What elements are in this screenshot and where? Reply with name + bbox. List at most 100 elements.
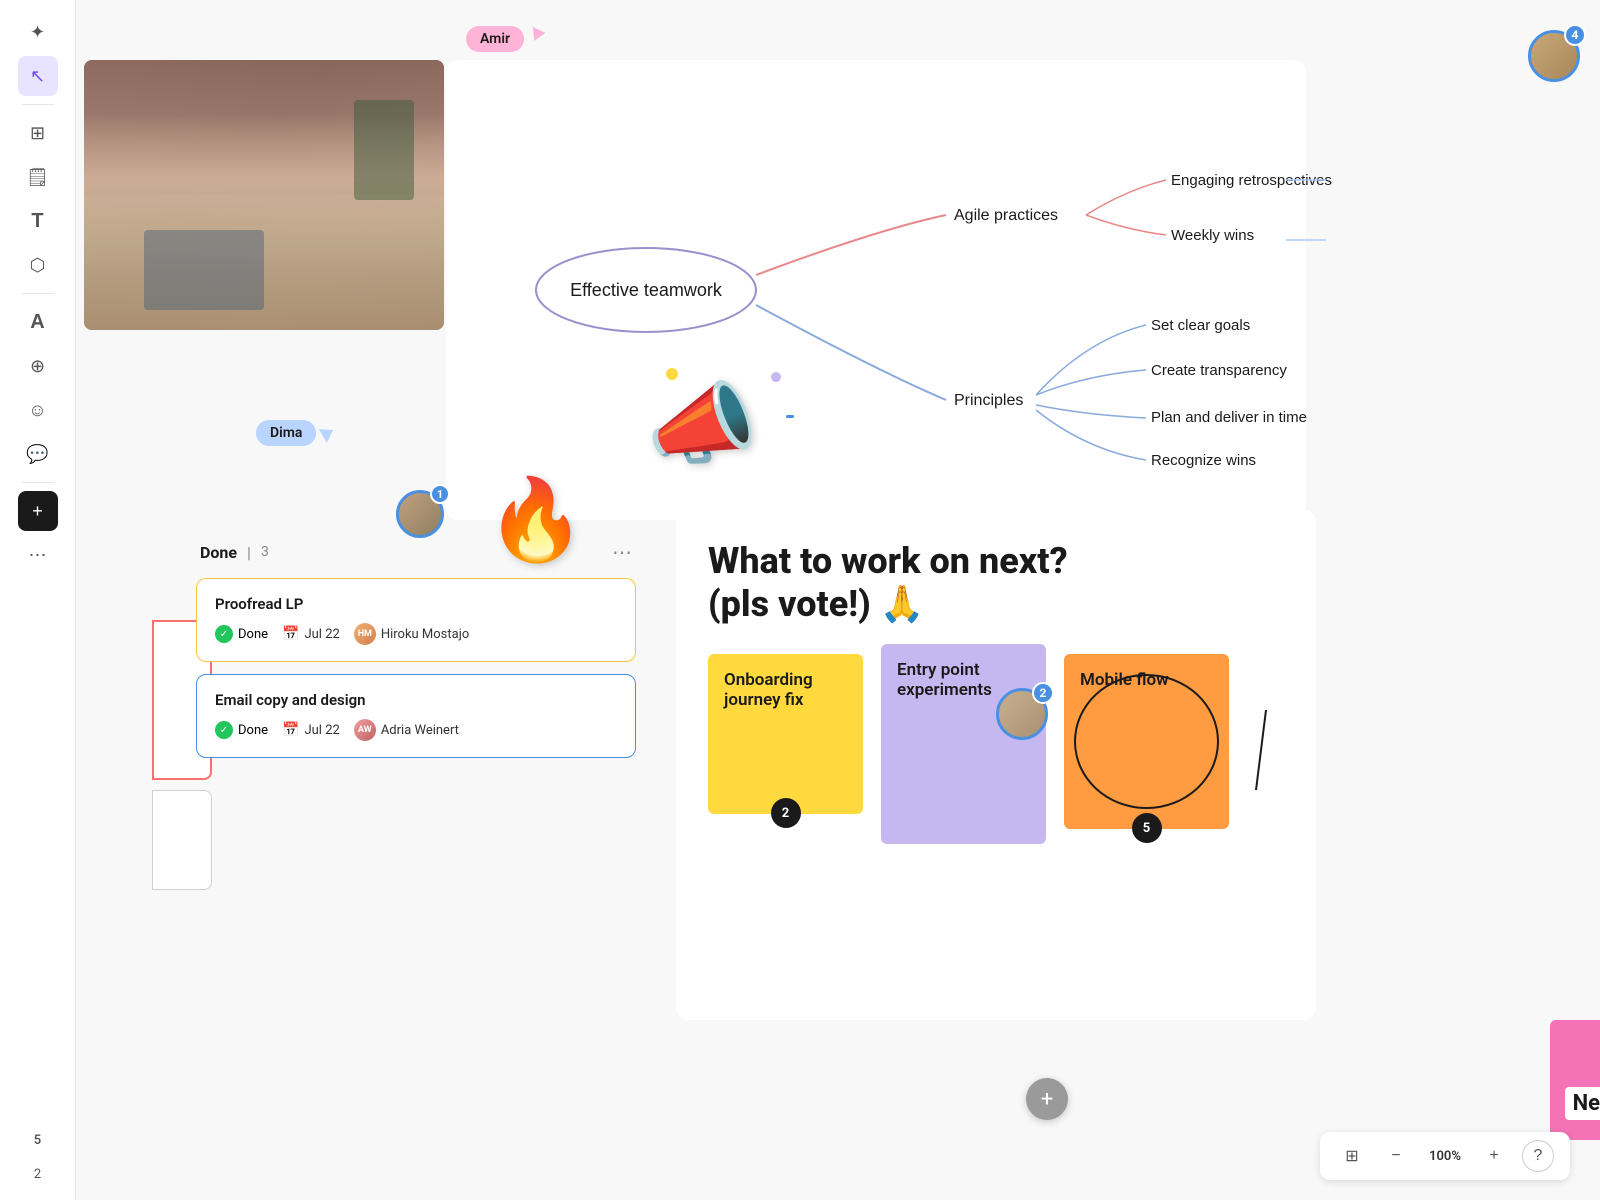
voting-card-2-text: Entry point experiments [897,660,992,700]
kanban-avatar-wrap: 1 [396,490,444,542]
emoji-button[interactable]: ☺ [18,390,58,430]
amir-cursor-arrow [528,27,546,44]
amir-name-bubble: Amir [466,26,524,52]
card-1-status-text: Done [238,627,268,642]
top-right-avatar-wrap[interactable]: 4 [1528,30,1580,82]
kanban-speech-bubble: 1 [396,490,444,538]
card-2-date-badge: 📅 Jul 22 [282,722,340,738]
text-button[interactable]: T [18,201,58,241]
card-1-assignee-badge: HM Hiroku Mostajo [354,623,469,645]
card-1-title: Proofread LP [215,595,617,613]
left-toolbar: ✦ ↖ ⊞ 🗒 T ⬡ A ⊕ ☺ 💬 + ⋯ 5 2 [0,0,76,1200]
mindmap-retro-line [1086,180,1166,215]
card-1-assignee-avatar: HM [354,623,376,645]
kanban-count: 3 [261,544,269,560]
mindmap-frame: Effective teamwork Agile practices Engag… [446,60,1306,520]
bottom-toolbar: ⊞ − 100% + ? [1320,1132,1570,1180]
confetti-dot-3 [786,415,794,418]
card-1-meta: ✓ Done 📅 Jul 22 HM Hiroku Mostajo [215,623,617,645]
voting-card-1-votes: 2 [771,798,801,828]
mindmap-recognize-text: Recognize wins [1151,452,1256,469]
voting-card-3-votes: 5 [1132,813,1162,843]
pen-button[interactable]: A [18,302,58,342]
card-1-assignee-name: Hiroku Mostajo [381,627,469,642]
card-2-date: Jul 22 [304,723,339,738]
diagonal-line-svg [1246,710,1276,790]
mindmap-deliver-line [1036,405,1146,418]
card-1-status-badge: ✓ Done [215,625,268,643]
card-2-assignee-avatar: AW [354,719,376,741]
mindmap-center-text: Effective teamwork [570,280,723,300]
mindmap-deliver-text: Plan and deliver in time [1151,409,1307,426]
dima-cursor-arrow [319,423,337,443]
canvas-area[interactable]: Amir Dima Eric 4 1 2 Effective [76,0,1600,1200]
shapes-button[interactable]: ⬡ [18,245,58,285]
mindmap-goals-text: Set clear goals [1151,317,1250,334]
mindmap-transparency-text: Create transparency [1151,362,1287,379]
voting-speech-bubble: 2 [996,688,1048,740]
voting-card-3-wrap: Mobile flow 5 [1064,654,1229,829]
fit-view-button[interactable]: ⊞ [1336,1140,1368,1172]
mindmap-principles-line [756,305,946,400]
voting-cards-container: Onboarding journey fix 2 Entry point exp… [708,654,1284,844]
comment-button[interactable]: 💬 [18,434,58,474]
page-5[interactable]: 5 [24,1126,52,1154]
zoom-in-button[interactable]: + [1478,1140,1510,1172]
mindmap-goals-line [1036,325,1146,395]
kanban-avatar-badge: 1 [430,484,450,504]
dima-cursor-label: Dima [256,420,334,446]
kanban-more-button[interactable]: ⋯ [612,540,632,564]
voting-avatar-wrap: 2 [996,688,1048,744]
sticky-note-button[interactable]: 🗒 [18,157,58,197]
mindmap-weekly-text: Weekly wins [1171,227,1254,244]
card-1-date-badge: 📅 Jul 22 [282,626,340,642]
add-circle-button[interactable]: + [1026,1078,1068,1120]
help-button[interactable]: ? [1522,1140,1554,1172]
card-2-assignee-badge: AW Adria Weinert [354,719,459,741]
amir-cursor-label: Amir [466,26,542,52]
dima-name-bubble: Dima [256,420,316,446]
card-2-title: Email copy and design [215,691,617,709]
celebration-sticker: 📣 [646,380,758,470]
voting-avatar-badge: 2 [1032,682,1054,704]
mindmap-svg: Effective teamwork Agile practices Engag… [446,60,1306,520]
kanban-card-2[interactable]: Email copy and design ✓ Done 📅 Jul 22 AW… [196,674,636,758]
mindmap-transparency-line [1036,370,1146,395]
voting-card-1-text: Onboarding journey fix [724,670,813,710]
pink-sticky-partial [1550,1020,1600,1140]
voting-card-2-wrap: Entry point experiments [881,654,1046,844]
zoom-out-button[interactable]: − [1380,1140,1412,1172]
confetti-dot-2 [771,372,781,382]
team-photo [84,60,444,330]
kanban-column-title: Done [200,543,237,562]
kanban-separator: | [247,543,251,562]
page-2[interactable]: 2 [24,1160,52,1188]
select-tool-button[interactable]: ↖ [18,56,58,96]
frames-button[interactable]: ⊞ [18,113,58,153]
flame-sticker: 🔥 [486,480,586,560]
mindmap-weekly-line [1086,215,1166,235]
magic-tool-button[interactable]: ✦ [18,12,58,52]
voting-card-onboarding[interactable]: Onboarding journey fix [708,654,863,814]
voting-card-mobile[interactable]: Mobile flow [1064,654,1229,829]
card-2-status-text: Done [238,723,268,738]
card-1-date: Jul 22 [304,627,339,642]
zoom-level: 100% [1424,1149,1466,1164]
card-2-status-badge: ✓ Done [215,721,268,739]
voting-frame: What to work on next?(pls vote!) 🙏 Onboa… [676,510,1316,1020]
card-2-meta: ✓ Done 📅 Jul 22 AW Adria Weinert [215,719,617,741]
card-1-calendar-icon: 📅 [282,626,299,642]
card-2-calendar-icon: 📅 [282,722,299,738]
crop-button[interactable]: ⊕ [18,346,58,386]
team-photo-frame [84,60,444,330]
more-tools-button[interactable]: ⋯ [18,535,58,575]
add-element-button[interactable]: + [18,491,58,531]
kanban-card-1[interactable]: Proofread LP ✓ Done 📅 Jul 22 HM Hiroku M… [196,578,636,662]
card-2-done-icon: ✓ [215,721,233,739]
toolbar-divider-2 [22,293,54,294]
mobile-flow-circle [1074,674,1219,809]
ne-partial-text: Ne [1565,1087,1600,1120]
mindmap-agile-line [756,215,946,275]
voting-card-entry[interactable]: Entry point experiments [881,644,1046,844]
mindmap-agile-label: Agile practices [954,207,1058,224]
